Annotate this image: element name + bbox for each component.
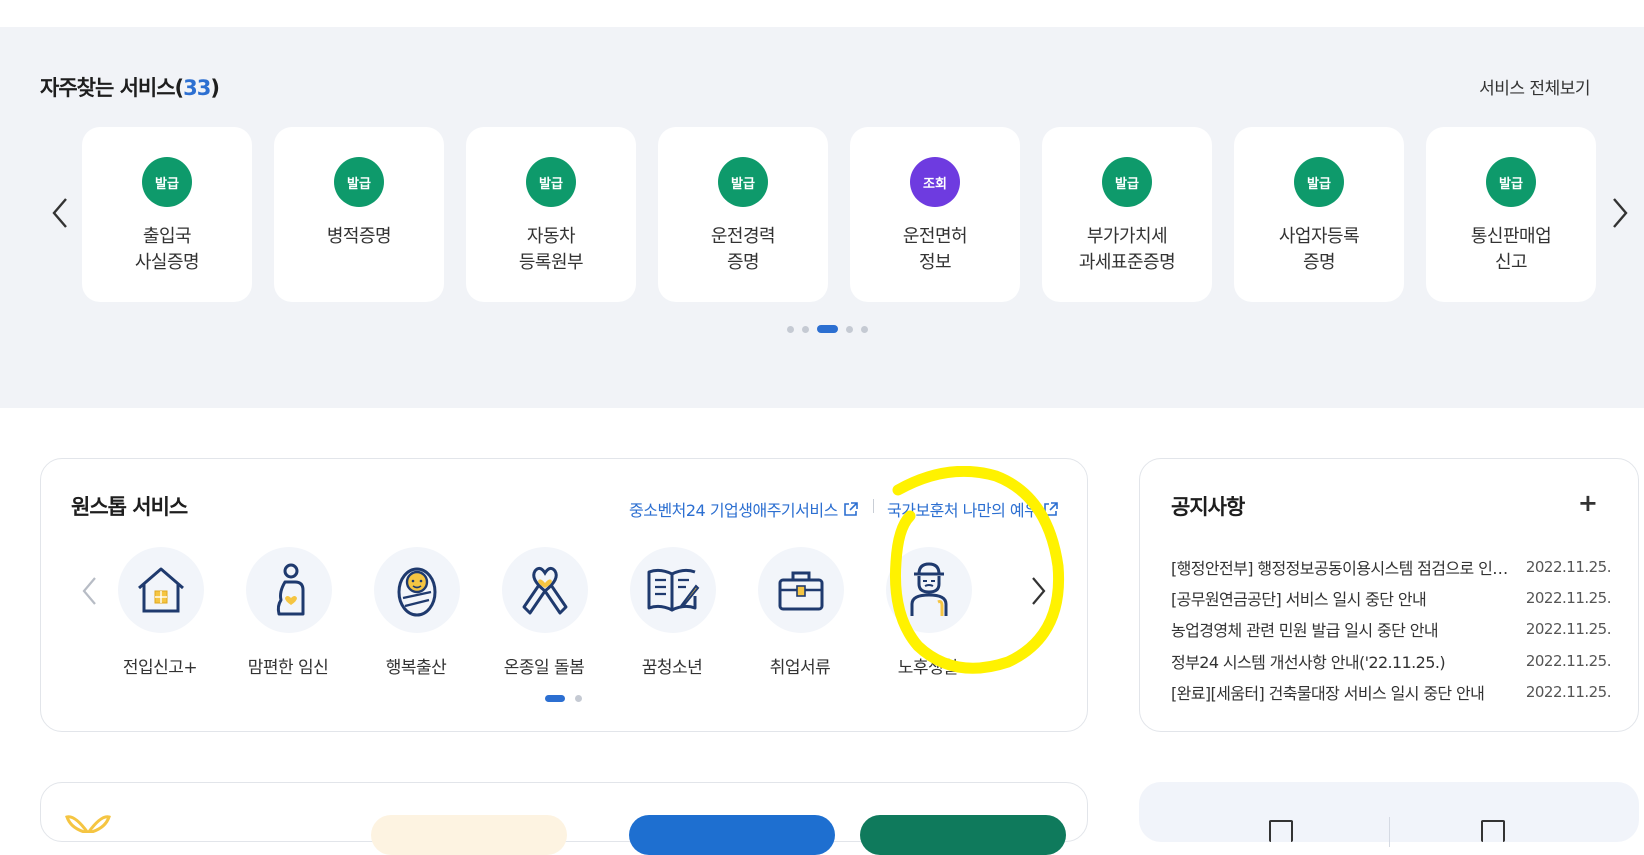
divider	[1389, 817, 1390, 847]
briefcase-icon	[778, 571, 824, 611]
chevron-right-icon	[1032, 577, 1046, 605]
bottom-pill-button[interactable]	[371, 815, 567, 855]
onestop-title: 원스톱 서비스	[71, 495, 188, 519]
frequent-service-card[interactable]: 발급출입국 사실증명	[82, 127, 252, 302]
issue-badge: 발급	[718, 157, 768, 207]
pagination-dot-active[interactable]	[817, 325, 838, 333]
frequent-service-card[interactable]: 발급자동차 등록원부	[466, 127, 636, 302]
onestop-service-youth[interactable]: 꿈청소년	[617, 547, 727, 678]
bottom-green-button[interactable]	[860, 815, 1066, 855]
external-link-icon	[1044, 501, 1059, 516]
issue-badge: 발급	[526, 157, 576, 207]
frequent-service-card[interactable]: 조회운전면허 정보	[850, 127, 1020, 302]
frequent-services-title: 자주찾는 서비스(33)	[40, 76, 220, 100]
notice-item[interactable]: 정부24 시스템 개선사항 안내('22.11.25.) 2022.11.25.	[1171, 646, 1612, 676]
house-icon	[138, 567, 184, 613]
frequent-service-card[interactable]: 발급병적증명	[274, 127, 444, 302]
issue-badge: 발급	[334, 157, 384, 207]
pagination-dot[interactable]	[575, 695, 582, 702]
onestop-service-all-day-care[interactable]: 온종일 돌봄	[489, 547, 599, 678]
pregnancy-icon	[276, 563, 305, 616]
bottom-blue-button[interactable]	[629, 815, 835, 855]
notice-panel: 공지사항 + [행정안전부] 행정정보공동이용시스템 점검으로 인한 서비스 일…	[1139, 458, 1639, 732]
view-all-services-link[interactable]: 서비스 전체보기	[1479, 74, 1590, 99]
elder-icon	[910, 562, 948, 616]
service-card-label: 통신판매업 신고	[1470, 226, 1552, 273]
notice-item[interactable]: [행정안전부] 행정정보공동이용시스템 점검으로 인한 서비스 일시 중단 안내…	[1171, 552, 1612, 582]
frequent-services-pagination	[787, 325, 868, 333]
chevron-left-icon	[82, 577, 96, 605]
notice-more-button[interactable]: +	[1578, 489, 1598, 517]
service-card-label: 출입국 사실증명	[134, 226, 200, 273]
onestop-service-retirement[interactable]: 노후생활	[873, 547, 983, 678]
veterans-benefit-link[interactable]: 국가보훈처 나만의 예우	[887, 497, 1059, 521]
issue-badge: 발급	[1102, 157, 1152, 207]
carousel-prev-button[interactable]	[48, 193, 72, 233]
top-band	[0, 0, 1644, 27]
frequent-services-count: 33	[183, 76, 211, 100]
notice-item[interactable]: [공무원연금공단] 서비스 일시 중단 안내 2022.11.25.	[1171, 583, 1612, 613]
pagination-dot-active[interactable]	[545, 695, 565, 702]
frequent-service-card[interactable]: 발급통신판매업 신고	[1426, 127, 1596, 302]
ribbon-heart-icon	[522, 566, 568, 615]
bottom-left-panel	[40, 782, 1088, 855]
service-card-label: 부가가치세 과세표준증명	[1078, 226, 1176, 273]
onestop-service-pregnancy[interactable]: 맘편한 임신	[233, 547, 343, 678]
leaf-logo-icon	[65, 815, 111, 833]
service-card-label: 자동차 등록원부	[518, 226, 584, 273]
onestop-prev-button[interactable]	[77, 571, 101, 611]
onestop-next-button[interactable]	[1027, 571, 1051, 611]
onestop-service-employment-docs[interactable]: 취업서류	[745, 547, 855, 678]
issue-badge: 발급	[1294, 157, 1344, 207]
chevron-left-icon	[52, 198, 67, 228]
pagination-dot[interactable]	[802, 325, 809, 333]
notice-item[interactable]: 농업경영체 관련 민원 발급 일시 중단 안내 2022.11.25.	[1171, 614, 1612, 644]
notice-title: 공지사항	[1171, 495, 1245, 519]
service-card-label: 사업자등록 증명	[1278, 226, 1360, 273]
onestop-service-move-in[interactable]: 전입신고+	[105, 547, 215, 678]
book-pen-icon	[647, 568, 700, 612]
lookup-badge: 조회	[910, 157, 960, 207]
bottom-right-panel	[1139, 782, 1639, 847]
document-icon	[1481, 820, 1505, 842]
service-card-label: 병적증명	[326, 226, 392, 247]
pagination-dot[interactable]	[846, 325, 853, 333]
onestop-pagination	[545, 695, 582, 702]
frequent-service-card[interactable]: 발급운전경력 증명	[658, 127, 828, 302]
pagination-dot[interactable]	[787, 325, 794, 333]
service-card-label: 운전면허 정보	[902, 226, 968, 273]
carousel-next-button[interactable]	[1608, 193, 1632, 233]
document-icon	[1269, 820, 1293, 842]
issue-badge: 발급	[1486, 157, 1536, 207]
link-separator	[873, 499, 874, 513]
onestop-services-panel: 원스톱 서비스 중소벤처24 기업생애주기서비스 국가보훈처 나만의 예우 전입…	[40, 458, 1088, 732]
issue-badge: 발급	[142, 157, 192, 207]
frequent-service-card[interactable]: 발급부가가치세 과세표준증명	[1042, 127, 1212, 302]
chevron-right-icon	[1613, 198, 1628, 228]
frequent-service-card[interactable]: 발급사업자등록 증명	[1234, 127, 1404, 302]
service-card-label: 운전경력 증명	[710, 226, 776, 273]
onestop-service-childbirth[interactable]: 행복출산	[361, 547, 471, 678]
notice-item[interactable]: [완료][세움터] 건축물대장 서비스 일시 중단 안내 2022.11.25.	[1171, 677, 1612, 707]
external-link-icon	[844, 501, 858, 516]
sme-lifecycle-link[interactable]: 중소벤처24 기업생애주기서비스	[629, 497, 858, 521]
pagination-dot[interactable]	[861, 325, 868, 333]
baby-icon	[397, 567, 437, 617]
